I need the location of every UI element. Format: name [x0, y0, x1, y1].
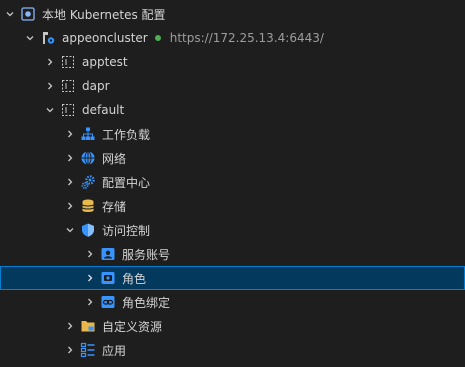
chevron-right-icon[interactable] — [62, 198, 78, 214]
tree-item-role-bindings[interactable]: 角色绑定 — [0, 290, 465, 314]
tree-item-label: 本地 Kubernetes 配置 — [42, 7, 166, 22]
tree-item-namespace-default[interactable]: default — [0, 98, 465, 122]
tree-item-access-control[interactable]: 访问控制 — [0, 218, 465, 242]
applications-icon — [80, 342, 96, 358]
tree-item-label: 存储 — [102, 199, 127, 214]
chevron-right-icon[interactable] — [62, 342, 78, 358]
chevron-right-icon[interactable] — [62, 174, 78, 190]
tree-item-network[interactable]: 网络 — [0, 146, 465, 170]
namespace-icon — [60, 102, 76, 118]
chevron-right-icon[interactable] — [62, 318, 78, 334]
chevron-right-icon[interactable] — [42, 78, 58, 94]
tree-item-cluster[interactable]: appeoncluster https://172.25.13.4:6443/ — [0, 26, 465, 50]
tree-item-label: 网络 — [102, 151, 127, 166]
tree-item-kubernetes-config[interactable]: 本地 Kubernetes 配置 — [0, 2, 465, 26]
tree-item-label: default — [82, 103, 125, 117]
cluster-icon — [40, 30, 56, 46]
chevron-down-icon[interactable] — [42, 102, 58, 118]
tree-item-namespace-dapr[interactable]: dapr — [0, 74, 465, 98]
tree-item-label: 服务账号 — [122, 247, 171, 262]
chevron-right-icon[interactable] — [82, 246, 98, 262]
gear-icon — [80, 174, 96, 190]
tree-item-roles[interactable]: 角色 — [0, 266, 465, 290]
chevron-down-icon[interactable] — [62, 222, 78, 238]
shield-icon — [80, 222, 96, 238]
role-binding-icon — [100, 294, 116, 310]
workloads-icon — [80, 126, 96, 142]
kubernetes-tree-view: 本地 Kubernetes 配置 appeoncluster https://1… — [0, 0, 465, 367]
chevron-down-icon[interactable] — [2, 6, 18, 22]
tree-item-workloads[interactable]: 工作负载 — [0, 122, 465, 146]
chevron-right-icon[interactable] — [42, 54, 58, 70]
tree-item-label: appeoncluster — [62, 31, 148, 45]
folder-icon — [80, 318, 96, 334]
chevron-down-icon[interactable] — [22, 30, 38, 46]
tree-item-custom-resources[interactable]: 自定义资源 — [0, 314, 465, 338]
chevron-right-icon[interactable] — [62, 150, 78, 166]
tree-item-label: 角色 — [122, 271, 147, 286]
tree-item-label: 应用 — [102, 343, 127, 358]
tree-item-label: dapr — [82, 79, 110, 93]
tree-item-label: 自定义资源 — [102, 319, 163, 334]
chevron-right-icon[interactable] — [82, 270, 98, 286]
tree-item-label: 配置中心 — [102, 175, 151, 190]
role-icon — [100, 270, 116, 286]
tree-item-storage[interactable]: 存储 — [0, 194, 465, 218]
tree-item-config-center[interactable]: 配置中心 — [0, 170, 465, 194]
tree-item-label: 角色绑定 — [122, 295, 171, 310]
chevron-right-icon[interactable] — [62, 126, 78, 142]
cluster-url: https://172.25.13.4:6443/ — [169, 31, 324, 45]
tree-item-label: 访问控制 — [102, 223, 151, 238]
connection-status-indicator — [154, 35, 161, 41]
namespace-icon — [60, 78, 76, 94]
kubernetes-config-icon — [20, 6, 36, 22]
tree-item-label: 工作负载 — [102, 127, 151, 142]
tree-item-label: apptest — [82, 55, 128, 69]
tree-item-applications[interactable]: 应用 — [0, 338, 465, 362]
chevron-right-icon[interactable] — [82, 294, 98, 310]
tree-item-namespace-apptest[interactable]: apptest — [0, 50, 465, 74]
globe-icon — [80, 150, 96, 166]
database-icon — [80, 198, 96, 214]
tree-item-service-accounts[interactable]: 服务账号 — [0, 242, 465, 266]
namespace-icon — [60, 54, 76, 70]
service-account-icon — [100, 246, 116, 262]
